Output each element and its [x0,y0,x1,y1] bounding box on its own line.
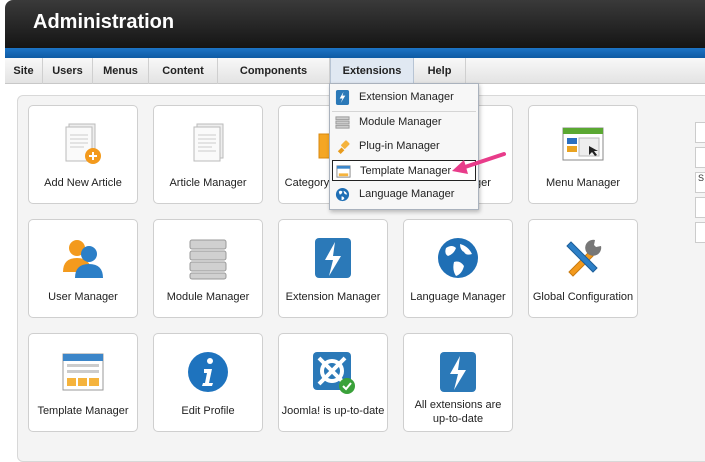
menu-users[interactable]: Users [43,58,93,84]
tools-icon [566,239,602,277]
side-fragment-box[interactable]: S [695,172,705,193]
tile-label: User Manager [48,291,118,303]
globe-icon [335,187,350,202]
side-fragment-box[interactable] [695,147,705,168]
info-icon [188,352,228,392]
tile-label: Extension Manager [285,291,381,303]
tile-menu-manager[interactable]: Menu Manager [528,105,638,204]
pink-pointer-arrow-icon [452,152,506,174]
side-fragment-box[interactable] [695,122,705,143]
main-menubar: Site Users Menus Content Components Exte… [5,58,705,84]
extension-bolt-icon [335,90,350,105]
tile-label: Language Manager [410,291,506,303]
menu-components[interactable]: Components [218,58,330,84]
article-icon [193,123,224,162]
tile-label: All extensions are up-to-date [414,399,502,425]
globe-icon [438,238,478,278]
tile-user-manager[interactable]: User Manager [28,219,138,318]
tile-label: Menu Manager [546,177,620,189]
header-accent-bar [5,48,705,58]
tile-module-manager[interactable]: Module Manager [153,219,263,318]
tile-extensions-update[interactable]: All extensions are up-to-date [403,333,513,432]
template-icon [62,353,104,391]
menu-site[interactable]: Site [5,58,43,84]
module-stack-icon [189,239,227,280]
dropdown-extension-manager[interactable]: Extension Manager [332,87,476,108]
side-fragment-box[interactable] [695,222,705,243]
tile-label: Article Manager [169,177,247,189]
side-fragment-box[interactable] [695,197,705,218]
tile-label: Edit Profile [181,405,235,417]
tile-template-manager[interactable]: Template Manager [28,333,138,432]
menu-menus[interactable]: Menus [93,58,149,84]
tile-label: Joomla! is up-to-date [281,405,385,417]
tile-label: Global Configuration [532,291,634,303]
plugin-icon [337,140,350,154]
add-article-icon [65,123,101,164]
tile-add-new-article[interactable]: Add New Article [28,105,138,204]
tile-label: Module Manager [166,291,250,303]
users-icon [63,240,103,278]
menu-extensions[interactable]: Extensions [330,58,414,84]
module-stack-icon [335,116,350,129]
template-icon [336,165,351,178]
tile-extension-manager[interactable]: Extension Manager [278,219,388,318]
tile-language-manager[interactable]: Language Manager [403,219,513,318]
tile-joomla-update[interactable]: Joomla! is up-to-date [278,333,388,432]
tile-label: Category [284,177,330,189]
page-title: Administration [33,11,175,33]
dropdown-module-manager[interactable]: Module Manager [332,112,476,133]
tile-global-configuration[interactable]: Global Configuration [528,219,638,318]
dropdown-language-manager[interactable]: Language Manager [332,184,476,205]
extension-bolt-icon [315,238,351,278]
tile-label: Template Manager [37,405,129,417]
menu-manager-icon [562,127,604,161]
joomla-check-icon [313,352,355,394]
menu-help[interactable]: Help [414,58,466,84]
admin-header: Administration [5,0,705,48]
tile-label: Add New Article [44,177,122,189]
menu-content[interactable]: Content [149,58,218,84]
tile-article-manager[interactable]: Article Manager [153,105,263,204]
tile-edit-profile[interactable]: Edit Profile [153,333,263,432]
extension-bolt-icon [440,352,476,392]
